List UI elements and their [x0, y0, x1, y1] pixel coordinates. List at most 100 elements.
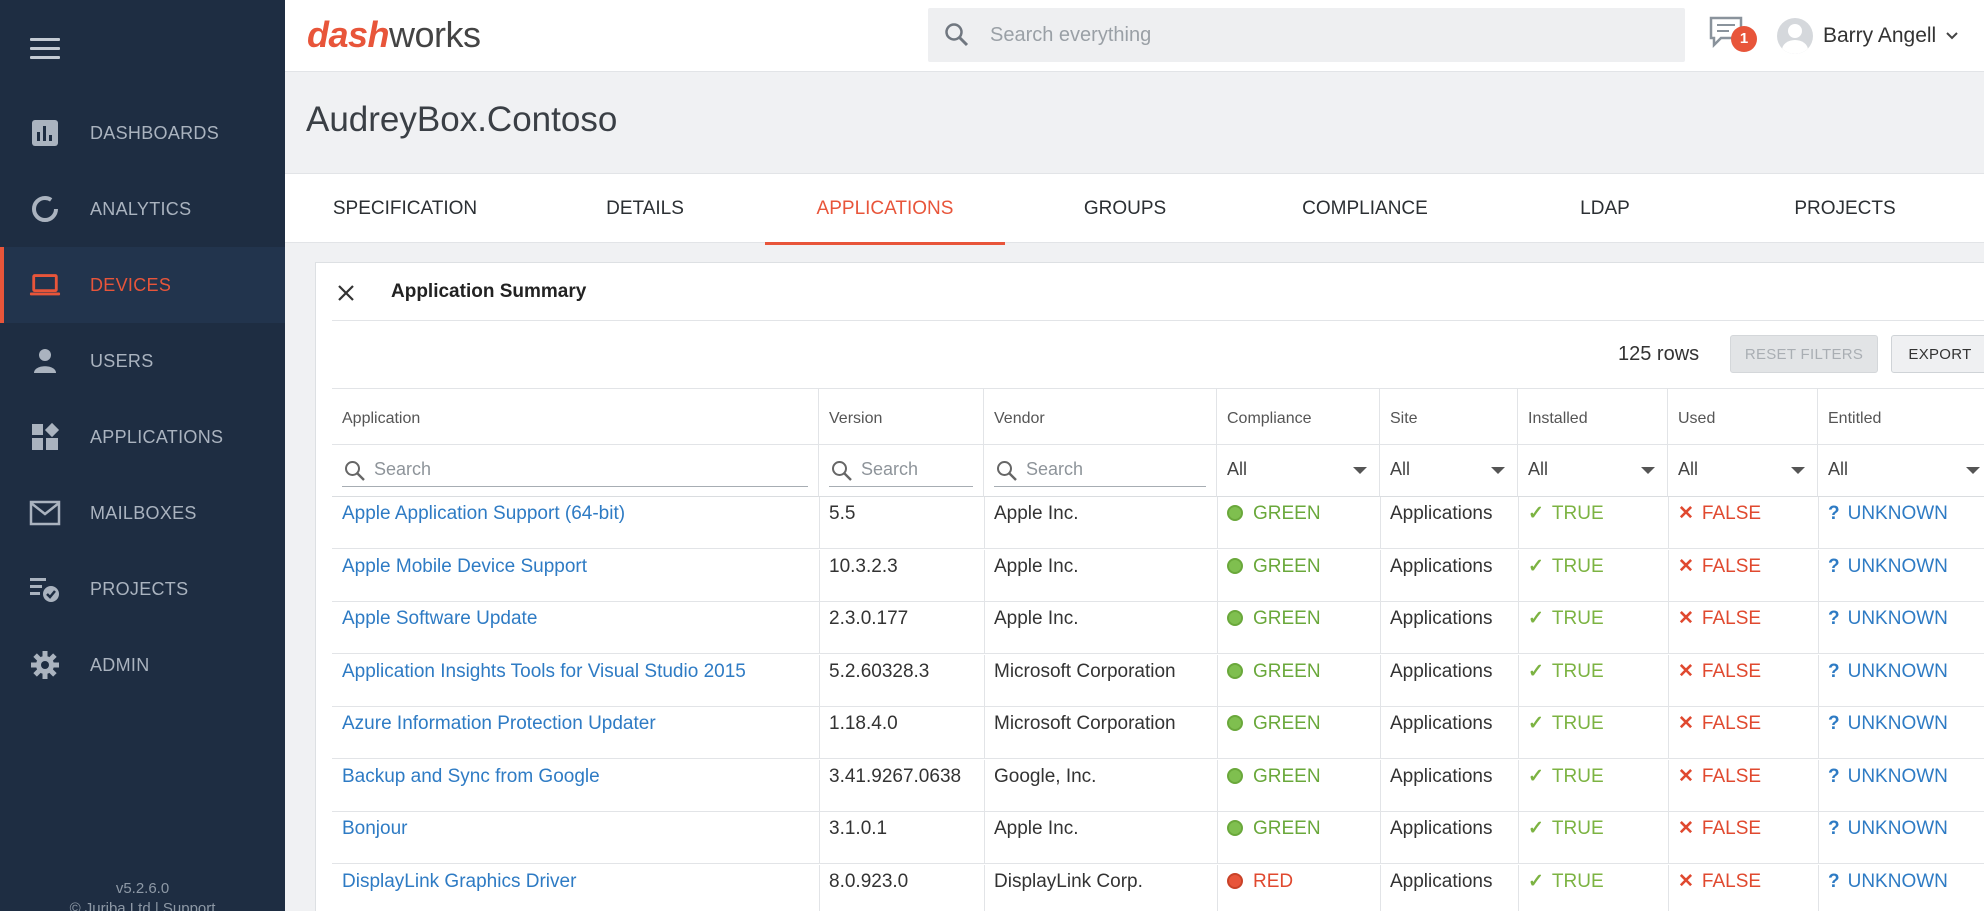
cell-application[interactable]: Bonjour — [342, 812, 812, 864]
installed-value: TRUE — [1551, 765, 1604, 787]
column-divider — [1518, 759, 1519, 812]
column-header-compliance[interactable]: Compliance — [1217, 389, 1380, 445]
compliance-value: GREEN — [1253, 503, 1321, 524]
column-divider — [1217, 812, 1218, 864]
column-divider — [1668, 864, 1669, 911]
table-row[interactable]: DisplayLink Graphics Driver 8.0.923.0 Disp… — [332, 864, 1984, 911]
column-header-used[interactable]: Used — [1668, 389, 1818, 445]
table-row[interactable]: Backup and Sync from Google 3.41.9267.063… — [332, 759, 1984, 812]
check-icon: ✓ — [1528, 608, 1544, 629]
tab-applications[interactable]: APPLICATIONS — [765, 174, 1005, 245]
column-divider — [1217, 497, 1218, 549]
filter-compliance: All — [1217, 445, 1380, 497]
cell-installed: ✓ TRUE — [1528, 602, 1668, 654]
close-icon[interactable] — [334, 281, 358, 305]
sidebar-item-applications[interactable]: APPLICATIONS — [0, 399, 285, 475]
sidebar-item-dashboards[interactable]: DASHBOARDS — [0, 95, 285, 171]
cell-application[interactable]: Apple Software Update — [342, 602, 812, 654]
question-icon: ? — [1828, 818, 1840, 839]
cell-installed: ✓ TRUE — [1528, 497, 1668, 549]
cell-vendor: DisplayLink Corp. — [994, 870, 1143, 892]
table-row[interactable]: Bonjour 3.1.0.1 Apple Inc. GREEN Application… — [332, 812, 1984, 864]
cell-version: 1.18.4.0 — [829, 713, 898, 734]
hamburger-menu-icon[interactable] — [30, 38, 60, 60]
filter-entitled-select[interactable]: All — [1828, 459, 1984, 485]
cell-version: 3.1.0.1 — [829, 818, 888, 839]
copyright-link[interactable]: © Juriba Ltd | Support — [0, 900, 285, 911]
panel-title: Application Summary — [391, 281, 587, 302]
column-header-installed[interactable]: Installed — [1518, 389, 1668, 445]
installed-value: TRUE — [1551, 713, 1604, 734]
sidebar-item-mailboxes[interactable]: MAILBOXES — [0, 475, 285, 551]
cell-version: 10.3.2.3 — [829, 555, 898, 577]
compliance-value: GREEN — [1253, 555, 1321, 577]
cell-application[interactable]: Apple Mobile Device Support — [342, 550, 812, 602]
question-icon: ? — [1828, 765, 1840, 787]
table-row[interactable]: Apple Mobile Device Support 10.3.2.3 Apple… — [332, 549, 1984, 602]
reset-filters-button[interactable]: RESET FILTERS — [1730, 335, 1878, 373]
cell-compliance: GREEN — [1227, 497, 1380, 549]
table-row[interactable]: Application Insights Tools for Visual St… — [332, 654, 1984, 707]
filter-version-input[interactable] — [861, 459, 977, 480]
column-header-entitled[interactable]: Entitled — [1818, 389, 1984, 445]
column-divider — [1217, 549, 1218, 602]
sidebar-item-label: MAILBOXES — [90, 502, 197, 523]
tab-compliance[interactable]: COMPLIANCE — [1245, 174, 1485, 244]
column-header-application[interactable]: Application — [332, 389, 819, 445]
filter-application-search[interactable] — [342, 455, 808, 487]
export-button[interactable]: EXPORT — [1891, 335, 1984, 373]
filter-compliance-select[interactable]: All — [1227, 459, 1371, 485]
cell-application[interactable]: Application Insights Tools for Visual St… — [342, 655, 812, 707]
column-divider — [984, 812, 985, 864]
sidebar-item-devices[interactable]: DEVICES — [0, 247, 285, 323]
question-icon: ? — [1828, 555, 1840, 577]
cell-application[interactable]: Backup and Sync from Google — [342, 760, 812, 812]
cell-compliance: GREEN — [1227, 602, 1380, 654]
filter-version-search[interactable] — [829, 455, 977, 487]
filter-site-select[interactable]: All — [1390, 459, 1509, 485]
filter-installed-select[interactable]: All — [1528, 459, 1659, 485]
table-row[interactable]: Apple Application Support (64-bit) 5.5 App… — [332, 497, 1984, 549]
cell-vendor: Apple Inc. — [994, 818, 1079, 839]
filter-vendor-input[interactable] — [1026, 459, 1196, 480]
filter-used-select[interactable]: All — [1678, 459, 1809, 485]
cell-application[interactable]: DisplayLink Graphics Driver — [342, 865, 812, 911]
notifications-button[interactable]: 1 — [1709, 16, 1757, 56]
cross-icon: ✕ — [1678, 818, 1694, 839]
tab-specification[interactable]: SPECIFICATION — [285, 174, 525, 244]
cell-compliance: GREEN — [1227, 655, 1380, 707]
cell-application[interactable]: Apple Application Support (64-bit) — [342, 497, 812, 549]
cell-installed: ✓ TRUE — [1528, 655, 1668, 707]
tab-details[interactable]: DETAILS — [525, 174, 765, 244]
cross-icon: ✕ — [1678, 765, 1694, 787]
column-header-version[interactable]: Version — [819, 389, 984, 445]
table-row[interactable]: Apple Software Update 2.3.0.177 Apple Inc.… — [332, 602, 1984, 654]
sidebar-item-users[interactable]: USERS — [0, 323, 285, 399]
entitled-value: UNKNOWN — [1847, 870, 1948, 892]
table-row[interactable]: Azure Information Protection Updater 1.18… — [332, 707, 1984, 759]
filter-vendor-search[interactable] — [994, 455, 1206, 487]
sidebar-item-analytics[interactable]: ANALYTICS — [0, 171, 285, 247]
cell-installed: ✓ TRUE — [1528, 865, 1668, 911]
tab-groups[interactable]: GROUPS — [1005, 174, 1245, 244]
filter-application-input[interactable] — [374, 459, 747, 480]
tab-projects[interactable]: PROJECTS — [1725, 174, 1965, 244]
user-menu[interactable]: Barry Angell — [1777, 16, 1958, 56]
column-header-site[interactable]: Site — [1380, 389, 1518, 445]
global-search[interactable] — [928, 8, 1685, 62]
dropdown-caret-icon — [1641, 467, 1655, 474]
column-divider — [1380, 549, 1381, 602]
sidebar-item-projects[interactable]: PROJECTS — [0, 551, 285, 627]
laptop-icon — [29, 269, 61, 301]
rows-count: 125 rows — [1618, 343, 1700, 365]
version-label: v5.2.6.0 — [115, 880, 170, 897]
sidebar-item-admin[interactable]: ADMIN — [0, 627, 285, 703]
cell-application[interactable]: Azure Information Protection Updater — [342, 707, 812, 759]
column-divider — [1217, 707, 1218, 759]
column-header-vendor[interactable]: Vendor — [984, 389, 1217, 445]
sidebar-item-label: APPLICATIONS — [90, 426, 224, 447]
dashworks-logo[interactable]: dashworks — [307, 14, 481, 56]
tab-ldap[interactable]: LDAP — [1485, 174, 1725, 244]
column-divider — [1818, 654, 1819, 707]
global-search-input[interactable] — [990, 8, 1670, 62]
